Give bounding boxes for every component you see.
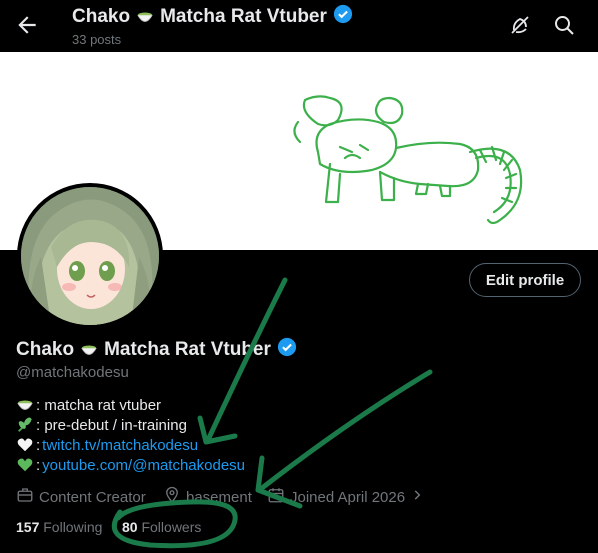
bio-text: : xyxy=(36,436,41,454)
twitch-link[interactable]: twitch.tv/matchakodesu xyxy=(42,437,198,454)
chevron-right-icon xyxy=(410,488,424,506)
bio-line: : youtube.com/@matchakodesu xyxy=(16,456,245,474)
avatar-image xyxy=(21,187,159,325)
following-stat[interactable]: 157 Following xyxy=(16,519,102,535)
display-name-suffix: Matcha Rat Vtuber xyxy=(104,339,271,360)
bio-text: : matcha rat vtuber xyxy=(36,396,162,414)
following-label: Following xyxy=(43,519,103,535)
category-text: Content Creator xyxy=(39,488,146,506)
herb-icon xyxy=(16,416,34,434)
post-count: 33 posts xyxy=(72,32,122,47)
followers-count: 80 xyxy=(122,519,138,535)
green-heart-icon xyxy=(16,456,34,474)
followers-label: Followers xyxy=(141,519,202,535)
briefcase-icon xyxy=(16,486,34,508)
matcha-bowl-icon xyxy=(16,396,34,414)
header-name-suffix: Matcha Rat Vtuber xyxy=(160,6,327,27)
verified-badge-icon[interactable] xyxy=(277,337,297,363)
display-name: Chako xyxy=(16,339,75,360)
joined-text: Joined April 2026 xyxy=(290,488,406,506)
search-icon[interactable] xyxy=(552,13,576,37)
following-count: 157 xyxy=(16,519,40,535)
bio-line: : matcha rat vtuber xyxy=(16,396,161,414)
matcha-bowl-icon xyxy=(136,6,154,28)
matcha-bowl-icon xyxy=(80,339,98,361)
location-text: basement xyxy=(186,488,252,506)
meta-joined[interactable]: Joined April 2026 xyxy=(267,486,424,508)
calendar-icon xyxy=(267,486,285,508)
edit-profile-button[interactable]: Edit profile xyxy=(469,263,581,297)
location-pin-icon xyxy=(163,486,181,508)
back-arrow-icon[interactable] xyxy=(14,12,40,38)
youtube-link[interactable]: youtube.com/@matchakodesu xyxy=(42,457,245,474)
meta-location: basement xyxy=(163,486,252,508)
bell-slash-icon[interactable] xyxy=(508,13,532,37)
header-name: Chako xyxy=(72,6,131,27)
top-bar: Chako Matcha Rat Vtuber 33 posts xyxy=(0,0,598,52)
bio-text: : pre-debut / in-training xyxy=(36,416,187,434)
bio-line: : twitch.tv/matchakodesu xyxy=(16,436,198,454)
bio-line: : pre-debut / in-training xyxy=(16,416,187,434)
bio-text: : xyxy=(36,456,41,474)
profile-avatar[interactable] xyxy=(17,183,163,329)
profile-display-name: Chako Matcha Rat Vtuber xyxy=(16,337,297,363)
white-heart-icon xyxy=(16,436,34,454)
profile-handle: @matchakodesu xyxy=(16,364,129,381)
header-title: Chako Matcha Rat Vtuber xyxy=(72,4,353,30)
followers-stat[interactable]: 80 Followers xyxy=(122,519,201,535)
meta-category: Content Creator xyxy=(16,486,146,508)
verified-badge-icon xyxy=(333,4,353,30)
